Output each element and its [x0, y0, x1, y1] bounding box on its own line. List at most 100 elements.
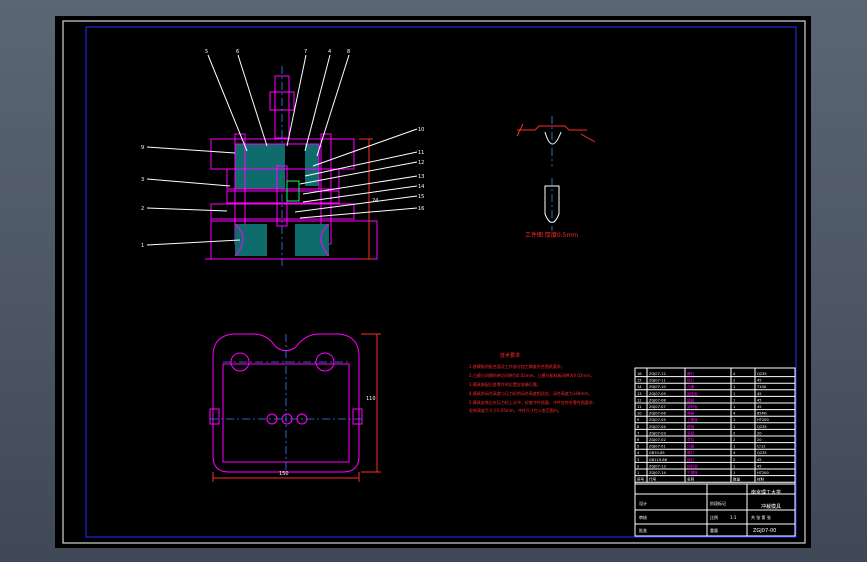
balloon-13: 13	[418, 174, 424, 180]
bom-cell: ZGJ07-09	[649, 392, 666, 396]
bom-cell: 45	[757, 464, 762, 468]
bom-cell: 3	[637, 458, 639, 462]
bom-cell: 45	[757, 379, 762, 383]
plan-width-dimension: 150	[279, 471, 289, 477]
bom-cell: ZGJ07-02	[649, 438, 666, 442]
tech-req-title: 技术要求	[500, 352, 520, 359]
bom-cell: 9	[637, 418, 640, 422]
bom-cell: 16	[637, 372, 642, 376]
title-weight-label: 重量	[710, 527, 718, 533]
title-block: 南京理工大学 冲裁模具 ZGJ07-00 设计 审核 批准 阶段标记 比例 1:…	[635, 483, 795, 536]
tech-req-item: 2.凸模与凹模的单边间隙为0.02mm，凸模与卸料板间隙为0.02mm。	[469, 372, 594, 378]
title-stage-label: 阶段标记	[710, 500, 726, 506]
bom-cell: 1	[733, 398, 735, 402]
balloon-14: 14	[418, 184, 424, 190]
front-section-view: 24 5 6 7 4 8 9 3 2 1 10 11 12 13 14 15 1…	[141, 49, 424, 266]
bom-cell: Q235	[757, 372, 767, 376]
balloon-15: 15	[418, 194, 424, 200]
balloon-11: 11	[418, 150, 424, 156]
bom-cell: 7	[637, 431, 639, 435]
bom-cell: ZGJ07-08	[649, 398, 666, 402]
bom-cell: 13	[637, 392, 642, 396]
bom-cell: 1	[733, 385, 735, 389]
bom-cell: HT200	[757, 471, 769, 475]
title-approve-label: 批准	[639, 527, 647, 533]
title-drawing-number: ZGJ07-00	[753, 528, 776, 534]
bom-cell: ZGJ07-07	[649, 405, 666, 409]
bom-cell: 4	[733, 372, 736, 376]
bom-cell: 1	[733, 445, 735, 449]
bom-cell: 20	[757, 431, 762, 435]
workpiece-caption: 工件图 厚度0.5mm	[525, 231, 578, 239]
bom-cell: 45	[757, 392, 762, 396]
bom-cell: HT200	[757, 418, 769, 422]
title-design-label: 设计	[639, 500, 647, 506]
balloon-4: 4	[328, 49, 331, 55]
balloon-2: 2	[141, 206, 144, 212]
bom-cell: 5	[637, 445, 639, 449]
plan-view: 150 110	[209, 333, 381, 482]
bom-cell: 11	[637, 405, 642, 409]
bom-cell: 2	[733, 431, 735, 435]
bom-cell: 4	[733, 412, 736, 416]
bom-cell: T10A	[756, 385, 767, 389]
balloon-9: 9	[141, 145, 144, 151]
balloon-6: 6	[236, 49, 239, 55]
balloon-3: 3	[141, 177, 144, 183]
plan-height-dimension: 110	[366, 396, 376, 402]
bom-cell: 下模座	[687, 470, 698, 475]
bom-cell: 45	[757, 405, 762, 409]
bom-cell: 模柄	[687, 424, 695, 429]
bom-cell: 1	[733, 464, 735, 468]
bom-cell: 4	[733, 451, 736, 455]
bom-cell: 弹簧	[687, 411, 695, 416]
bom-cell: 65Mn	[757, 412, 767, 416]
bom-cell: GB119-86	[649, 458, 668, 462]
bom-cell: ZGJ07-03	[649, 431, 666, 435]
bom-cell: ZGJ07-13	[649, 464, 666, 468]
bom-header-cell: 材料	[757, 477, 765, 482]
balloon-1: 1	[141, 243, 144, 249]
tech-requirements: 技术要求 1.各模板的配合面及工作部分加工精度符合图纸要求。 2.凸模与凹模的单…	[469, 352, 597, 413]
bom-cell: Q235	[757, 451, 767, 455]
bom-cell: 螺钉	[687, 371, 695, 376]
bom-cell: 凸模	[687, 384, 695, 389]
balloon-10: 10	[418, 127, 424, 133]
bom-cell: 2	[637, 464, 639, 468]
bom-cell: Q235	[757, 425, 767, 429]
bom-cell: 垫板	[687, 397, 695, 402]
bom-cell: ZGJ07-05	[649, 418, 666, 422]
tech-req-item: 5.模具安装后在压力机上试冲，检查冲件质量，冲件应符合零件图要求，	[469, 399, 597, 405]
bom-cell: 上模座	[687, 417, 698, 422]
bom-cell: 1	[733, 418, 735, 422]
bom-cell: 8	[637, 425, 640, 429]
bom-cell: 20	[757, 438, 762, 442]
balloon-16: 16	[418, 206, 424, 212]
title-scale-label: 比例	[710, 514, 718, 520]
cad-viewport[interactable]: 24 5 6 7 4 8 9 3 2 1 10 11 12 13 14 15 1…	[55, 16, 811, 548]
title-school: 南京理工大学	[751, 489, 781, 496]
title-check-label: 审核	[639, 514, 647, 520]
bom-cell: ZGJ07-06	[649, 412, 666, 416]
bom-cell: 1	[733, 405, 735, 409]
tech-req-item: 4.模具的闭合高度与压力机的闭合高度相适应，闭合高度为148mm。	[469, 390, 592, 396]
parts-list-table: 16 ZGJ07-12 螺钉 4 Q23515 ZGJ07-11 销钉 2 4514 ZGJ07-…	[634, 367, 796, 537]
bom-header-cell: 代号	[649, 477, 657, 482]
bom-cell: ZGJ07-12	[649, 372, 666, 376]
bom-cell: 12	[637, 398, 642, 402]
title-scale-value: 1:1	[730, 515, 737, 520]
bom-cell: 4	[637, 451, 640, 455]
bom-cell: 2	[733, 438, 735, 442]
bom-cell: 14	[637, 385, 642, 389]
bom-cell: ZGJ07-14	[649, 471, 666, 475]
bom-cell: Cr12	[757, 445, 766, 449]
bom-cell: 导套	[687, 430, 695, 435]
bom-cell: 销钉	[687, 378, 695, 383]
bom-cell: 15	[637, 379, 642, 383]
bom-cell: 固定板	[687, 391, 698, 396]
bom-cell: 6	[637, 438, 640, 442]
bom-cell: 导柱	[687, 437, 695, 442]
bom-cell: 挡料销	[687, 463, 698, 468]
bom-cell: 1	[733, 425, 735, 429]
bom-cell: 2	[733, 379, 735, 383]
